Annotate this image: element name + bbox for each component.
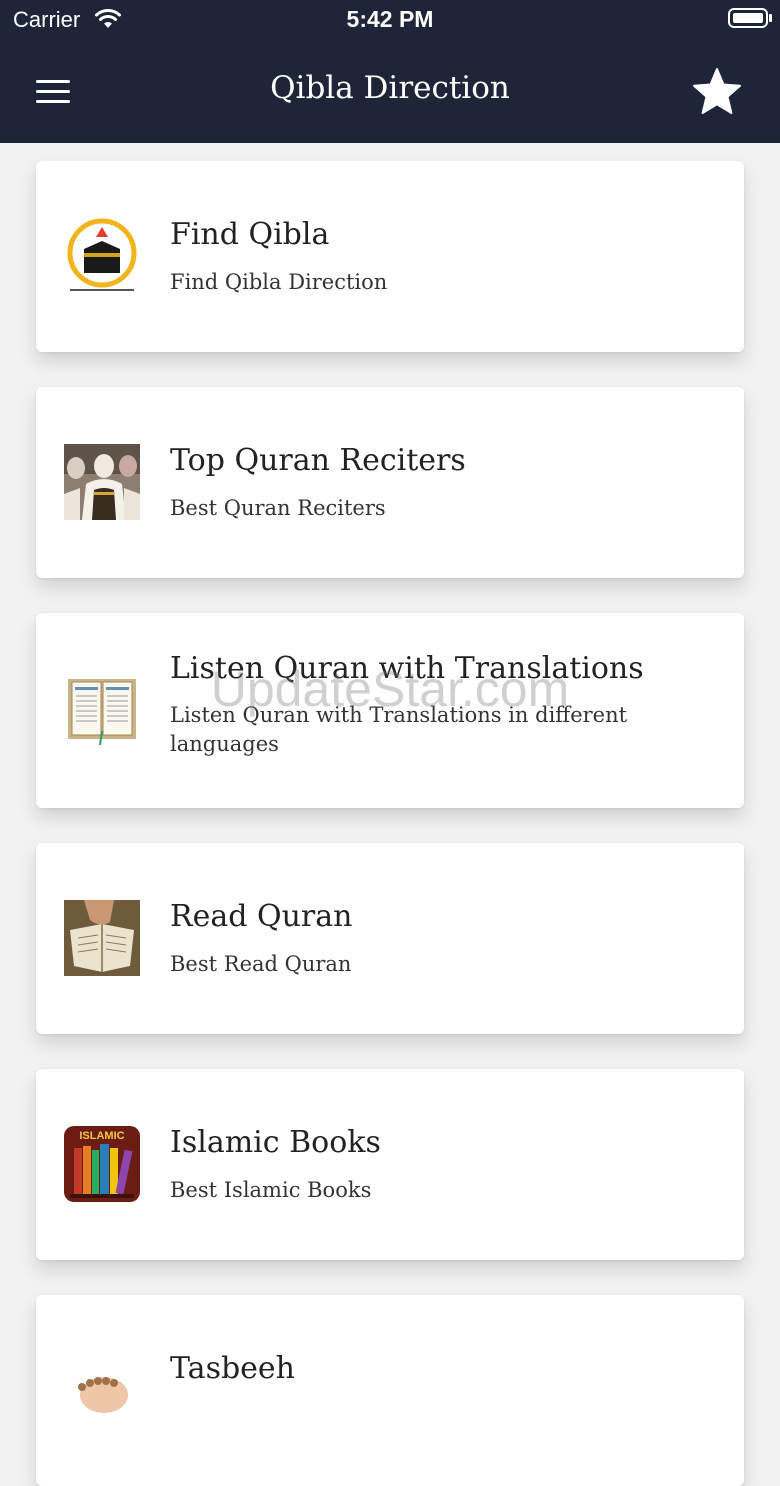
navigation-bar: Carrier 5:42 PM Qibla Direction <box>0 0 780 143</box>
item-title: Top Quran Reciters <box>170 443 466 478</box>
hamburger-icon[interactable] <box>34 78 72 106</box>
list-item-tasbeeh[interactable]: Tasbeeh <box>36 1295 744 1486</box>
item-title: Tasbeeh <box>170 1351 295 1386</box>
reading-quran-photo <box>64 900 140 976</box>
list-item-listen-quran-translations[interactable]: Listen Quran with Translations Listen Qu… <box>36 613 744 808</box>
islamic-books-icon: ISLAMIC <box>64 1126 140 1202</box>
item-subtitle: Best Quran Reciters <box>170 496 386 520</box>
battery-icon <box>728 8 768 28</box>
open-quran-icon <box>68 679 136 746</box>
tasbeeh-icon <box>78 1377 128 1413</box>
page-title: Qibla Direction <box>270 70 510 106</box>
item-title: Read Quran <box>170 899 353 934</box>
item-title: Islamic Books <box>170 1125 381 1160</box>
item-title: Find Qibla <box>170 217 330 252</box>
item-subtitle: Find Qibla Direction <box>170 270 388 294</box>
star-icon[interactable] <box>690 66 744 118</box>
status-bar: Carrier 5:42 PM <box>0 0 780 42</box>
list-item-find-qibla[interactable]: Find Qibla Find Qibla Direction <box>36 161 744 352</box>
battery-tip <box>769 14 772 22</box>
kaaba-compass-icon <box>67 218 137 291</box>
reciter-photo <box>64 444 140 520</box>
list-item-read-quran[interactable]: Read Quran Best Read Quran <box>36 843 744 1034</box>
list-item-islamic-books[interactable]: ISLAMIC Islamic Books Best Islamic Books <box>36 1069 744 1260</box>
list-item-top-quran-reciters[interactable]: Top Quran Reciters Best Quran Reciters <box>36 387 744 578</box>
item-title: Listen Quran with Translations <box>170 651 644 686</box>
item-subtitle: Best Islamic Books <box>170 1178 372 1202</box>
clock: 5:42 PM <box>346 6 434 32</box>
item-subtitle: Listen Quran with Translations in differ… <box>170 703 628 756</box>
item-subtitle: Best Read Quran <box>170 952 352 976</box>
